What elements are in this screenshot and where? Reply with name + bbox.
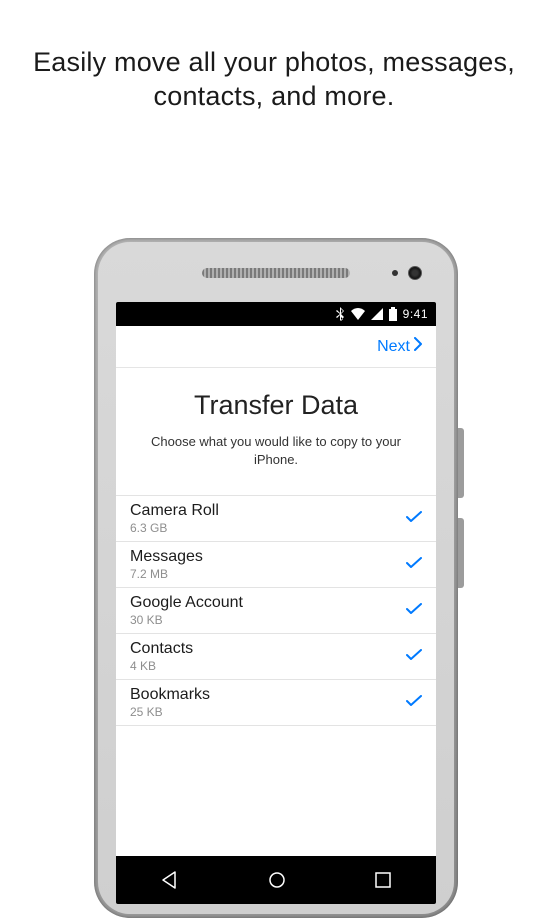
screen-title: Transfer Data	[116, 390, 436, 421]
recents-icon[interactable]	[374, 871, 392, 889]
list-item[interactable]: Google Account 30 KB	[116, 588, 436, 634]
item-size: 30 KB	[130, 613, 243, 627]
list-item[interactable]: Camera Roll 6.3 GB	[116, 496, 436, 542]
list-item[interactable]: Bookmarks 25 KB	[116, 680, 436, 726]
item-size: 7.2 MB	[130, 567, 203, 581]
item-name: Bookmarks	[130, 686, 210, 704]
item-name: Google Account	[130, 594, 243, 612]
check-icon	[406, 556, 422, 574]
android-nav-bar	[116, 856, 436, 904]
phone-earpiece	[202, 268, 350, 278]
list-item[interactable]: Contacts 4 KB	[116, 634, 436, 680]
phone-sensor	[392, 270, 398, 276]
item-size: 25 KB	[130, 705, 210, 719]
page-headline: Easily move all your photos, messages, c…	[0, 0, 548, 114]
app-bar: Next	[116, 326, 436, 368]
phone-side-button	[458, 428, 464, 498]
check-icon	[406, 602, 422, 620]
status-time: 9:41	[403, 307, 428, 321]
item-name: Camera Roll	[130, 502, 219, 520]
phone-screen: 9:41 Next Transfer Data Choose what you …	[116, 302, 436, 904]
list-item[interactable]: Messages 7.2 MB	[116, 542, 436, 588]
phone-side-button	[458, 518, 464, 588]
item-size: 4 KB	[130, 659, 193, 673]
home-icon[interactable]	[267, 870, 287, 890]
back-icon[interactable]	[160, 870, 180, 890]
check-icon	[406, 510, 422, 528]
battery-icon	[389, 307, 397, 321]
phone-camera	[408, 266, 422, 280]
screen-subtitle: Choose what you would like to copy to yo…	[116, 433, 436, 469]
check-icon	[406, 694, 422, 712]
bluetooth-icon	[335, 307, 345, 321]
item-size: 6.3 GB	[130, 521, 219, 535]
item-name: Contacts	[130, 640, 193, 658]
item-name: Messages	[130, 548, 203, 566]
phone-frame: 9:41 Next Transfer Data Choose what you …	[94, 238, 458, 918]
next-button[interactable]: Next	[377, 337, 422, 356]
transfer-list: Camera Roll 6.3 GB Messages 7.2 MB	[116, 495, 436, 726]
check-icon	[406, 648, 422, 666]
status-bar: 9:41	[116, 302, 436, 326]
chevron-right-icon	[414, 337, 422, 356]
signal-icon	[371, 308, 383, 320]
wifi-icon	[351, 308, 365, 320]
next-button-label: Next	[377, 338, 410, 356]
